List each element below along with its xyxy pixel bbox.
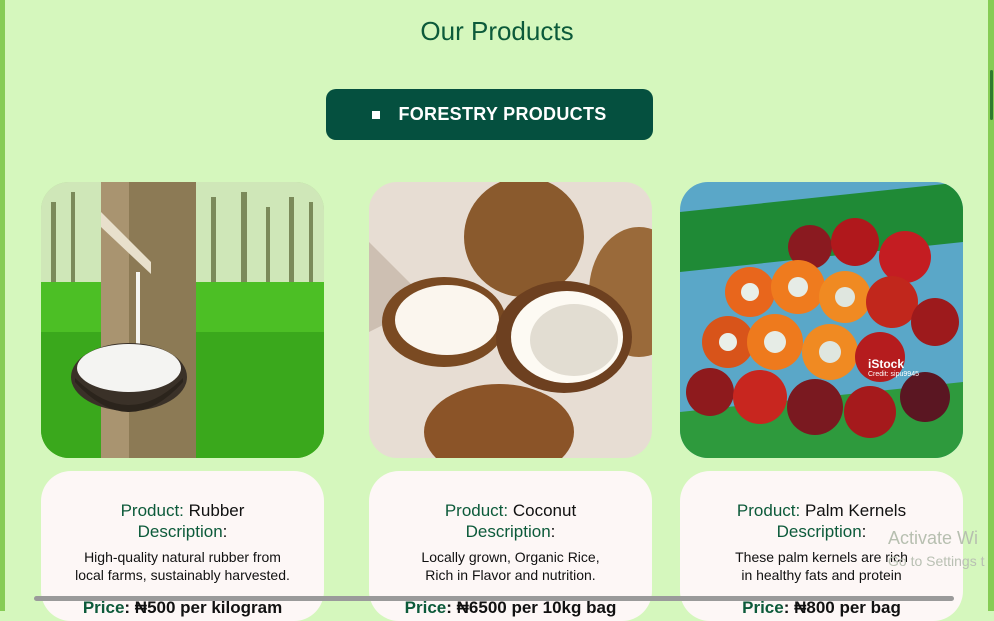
- product-label: Product:: [120, 501, 184, 520]
- description-label: Description: [465, 522, 551, 541]
- product-description-line1: Locally grown, Organic Rice,: [421, 549, 600, 565]
- page-left-border: [0, 0, 5, 611]
- product-description-line1: These palm kernels are rich: [735, 549, 908, 565]
- description-label: Description: [137, 522, 223, 541]
- activate-windows-settings-hint: Go to Settings t: [888, 553, 985, 569]
- product-name: Coconut: [512, 501, 577, 520]
- coconut-image[interactable]: [369, 182, 652, 458]
- product-description-line2: local farms, sustainably harvested.: [75, 567, 290, 583]
- product-description-line2: Rich in Flavor and nutrition.: [425, 567, 596, 583]
- vertical-scrollbar-thumb[interactable]: [990, 70, 993, 120]
- description-label: Description: [776, 522, 862, 541]
- page-title: Our Products: [420, 16, 574, 46]
- description-colon: :: [550, 522, 556, 541]
- product-label: Product:: [444, 501, 509, 520]
- rubber-image[interactable]: [41, 182, 324, 458]
- horizontal-scrollbar[interactable]: [34, 596, 954, 601]
- product-name: Palm Kernels: [804, 501, 907, 520]
- activate-windows-watermark: Activate Wi: [888, 528, 979, 548]
- product-description-line2: in healthy fats and protein: [741, 567, 902, 583]
- product-name: Rubber: [188, 501, 245, 520]
- image-credit-text: Credit: sipu9945: [868, 371, 919, 378]
- description-colon: :: [222, 522, 228, 541]
- forestry-products-button[interactable]: FORESTRY PRODUCTS: [326, 89, 653, 140]
- palm-kernels-image[interactable]: iStock Credit: sipu9945: [680, 182, 963, 458]
- product-description-line1: High-quality natural rubber from: [84, 549, 281, 565]
- description-colon: :: [861, 522, 867, 541]
- product-label: Product:: [736, 501, 801, 520]
- istock-logo: iStock: [868, 357, 905, 371]
- forestry-products-label: FORESTRY PRODUCTS: [398, 104, 607, 124]
- square-bullet-icon: [372, 110, 381, 119]
